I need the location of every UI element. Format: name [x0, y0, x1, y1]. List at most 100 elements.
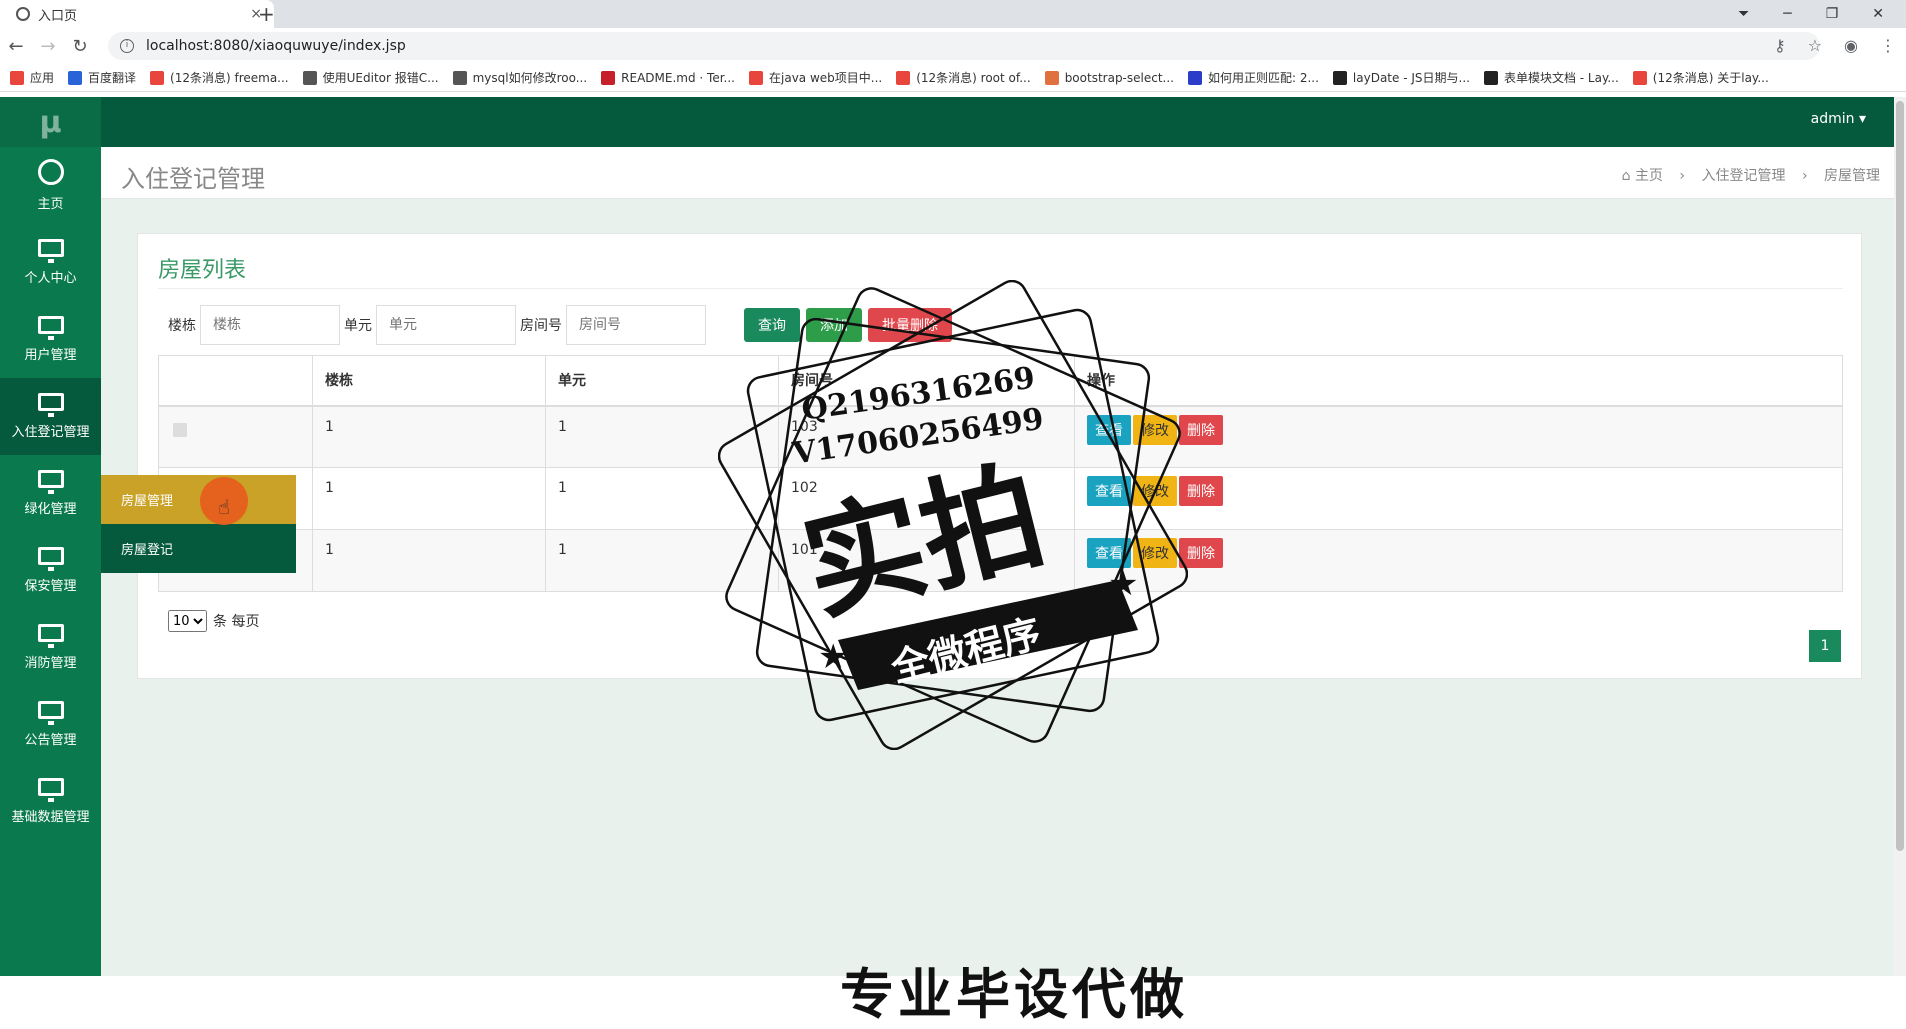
key-icon[interactable]: ⚷ — [1774, 36, 1786, 55]
sidebar-item-6[interactable]: 消防管理 — [0, 609, 101, 686]
cell-building: 1 — [312, 405, 546, 468]
sidebar-item-label: 个人中心 — [24, 271, 77, 286]
account-icon[interactable]: ◉ — [1844, 36, 1858, 55]
delete-button[interactable]: 删除 — [1179, 414, 1223, 445]
submenu-item-house-registration[interactable]: 房屋登记 — [101, 524, 296, 573]
bookmark-favicon-icon — [1187, 70, 1202, 85]
house-list-card: 房屋列表 楼栋 单元 房间号 查询 添加 批量删除 楼栋 单元 — [137, 233, 1862, 679]
profile-dropdown-icon[interactable]: ⏷ — [1738, 6, 1749, 22]
monitor-icon — [37, 624, 64, 648]
bookmark-favicon-icon — [150, 70, 165, 85]
breadcrumb-level2: 房屋管理 — [1824, 168, 1880, 184]
sidebar-item-label: 主页 — [37, 197, 64, 212]
add-button[interactable]: 添加 — [806, 308, 862, 342]
bookmark-item[interactable]: 表单模块文档 - Lay... — [1483, 69, 1619, 86]
address-bar-actions: ⚷ ☆ ◉ ⋮ — [1774, 36, 1896, 55]
building-input[interactable] — [200, 305, 340, 345]
sidebar-item-5[interactable]: 保安管理 — [0, 532, 101, 609]
bookmark-item[interactable]: bootstrap-select... — [1044, 70, 1174, 85]
bookmark-item[interactable]: mysql如何修改roo... — [452, 69, 587, 86]
bookmark-favicon-icon — [1332, 70, 1347, 85]
app-root: μ admin ▾ 主页 个人中心 用户管理 入住登记管理 绿化管理 保安管理 消防管理 公告… — [0, 97, 1906, 976]
bookmark-label: 表单模块文档 - Lay... — [1503, 71, 1619, 85]
minimize-button[interactable]: ─ — [1783, 6, 1791, 22]
view-button[interactable]: 查看 — [1087, 414, 1131, 445]
sidebar-item-7[interactable]: 公告管理 — [0, 686, 101, 763]
bookmark-favicon-icon — [749, 70, 763, 85]
view-button[interactable]: 查看 — [1087, 476, 1131, 506]
page-scrollbar[interactable] — [1894, 97, 1906, 976]
brand-logo[interactable]: μ — [0, 97, 101, 147]
bookmark-item[interactable]: README.md · Ter... — [601, 70, 735, 85]
delete-button[interactable]: 删除 — [1179, 476, 1223, 506]
row-actions: 查看 修改 删除 — [1087, 476, 1842, 506]
sidebar-item-4[interactable]: 绿化管理 — [0, 455, 101, 532]
restore-button[interactable]: ❐ — [1826, 6, 1839, 22]
bookmark-item[interactable]: 如何用正则匹配: 2... — [1187, 69, 1319, 86]
info-icon[interactable]: i — [120, 39, 134, 53]
tab-title: 入口页 — [38, 8, 78, 24]
page-size-control: 10 条 每页 — [168, 610, 259, 632]
breadcrumb-home[interactable]: 主页 — [1635, 168, 1663, 184]
view-button[interactable]: 查看 — [1087, 538, 1131, 568]
bookmark-item[interactable]: (12条消息) 关于lay... — [1632, 69, 1769, 86]
bookmark-item[interactable]: 百度翻译 — [68, 69, 136, 86]
room-input[interactable] — [566, 305, 706, 345]
table-row: 1 1 103 查看 修改 删除 — [158, 405, 1843, 468]
browser-tab[interactable]: 入口页 × — [0, 0, 274, 28]
cell-building: 1 — [312, 529, 546, 592]
edit-button[interactable]: 修改 — [1133, 476, 1177, 506]
new-tab-button[interactable]: + — [258, 2, 275, 26]
batch-delete-button[interactable]: 批量删除 — [868, 308, 952, 342]
pagination-page-1[interactable]: 1 — [1809, 630, 1841, 662]
submenu-item-house-management[interactable]: 房屋管理 — [101, 475, 296, 524]
query-button[interactable]: 查询 — [744, 308, 800, 342]
breadcrumb-separator: › — [1679, 168, 1686, 184]
bookmark-label: 百度翻译 — [88, 71, 137, 85]
back-icon[interactable]: ← — [0, 36, 32, 57]
reload-icon[interactable]: ↻ — [64, 36, 96, 57]
breadcrumb-level1[interactable]: 入住登记管理 — [1701, 168, 1785, 184]
row-checkbox[interactable] — [173, 422, 187, 437]
user-menu[interactable]: admin ▾ — [1811, 111, 1866, 127]
sidebar-item-3[interactable]: 入住登记管理 — [0, 378, 101, 455]
column-header-unit: 单元 — [545, 355, 779, 407]
sidebar-item-8[interactable]: 基础数据管理 — [0, 763, 101, 840]
edit-button[interactable]: 修改 — [1133, 538, 1177, 568]
hand-cursor-icon: ☝ — [218, 495, 231, 519]
forward-icon[interactable]: → — [32, 36, 64, 57]
unit-input[interactable] — [376, 305, 516, 345]
select-all-header[interactable] — [158, 355, 313, 407]
sidebar-item-2[interactable]: 用户管理 — [0, 301, 101, 378]
sidebar-item-0[interactable]: 主页 — [0, 147, 101, 224]
address-bar-row: ← → ↻ i localhost:8080/xiaoquwuye/index.… — [0, 28, 1906, 64]
bookmark-item[interactable]: layDate - JS日期与... — [1332, 69, 1470, 86]
close-window-button[interactable]: ✕ — [1872, 6, 1884, 22]
cell-room: 103 — [778, 405, 1075, 468]
star-icon[interactable]: ☆ — [1808, 36, 1822, 55]
scrollbar-thumb[interactable] — [1896, 101, 1904, 851]
page-size-select[interactable]: 10 — [168, 610, 207, 632]
sidebar-item-1[interactable]: 个人中心 — [0, 224, 101, 301]
delete-button[interactable]: 删除 — [1179, 538, 1223, 568]
bookmark-label: (12条消息) 关于lay... — [1652, 71, 1769, 85]
house-table: 楼栋 单元 房间号 操作 1 1 103 查看 修改 删除 1 1 102 查看 修改 删除 1 1 101… — [158, 355, 1843, 592]
sidebar-item-label: 用户管理 — [24, 348, 77, 363]
url-field[interactable]: i localhost:8080/xiaoquwuye/index.jsp — [108, 32, 1820, 60]
bookmark-apps[interactable]: 应用 — [10, 69, 54, 86]
watermark-bottom-text: 专业毕设代做 — [840, 963, 1188, 1026]
bookmarks-bar: 应用 百度翻译 (12条消息) freema... 使用UEditor 报错C... m… — [0, 64, 1906, 92]
bookmark-item[interactable]: (12条消息) freema... — [150, 69, 289, 86]
bookmark-favicon-icon — [896, 70, 911, 85]
bookmark-item[interactable]: 在java web项目中... — [749, 69, 882, 86]
breadcrumb: ⌂ 主页 › 入住登记管理 › 房屋管理 — [1622, 165, 1880, 185]
monitor-icon — [37, 239, 64, 263]
table-row: 1 1 101 查看 修改 删除 — [158, 529, 1843, 592]
menu-icon[interactable]: ⋮ — [1880, 36, 1896, 55]
sidebar-item-label: 公告管理 — [24, 733, 77, 748]
monitor-icon — [37, 778, 64, 802]
bookmark-item[interactable]: (12条消息) root of... — [896, 69, 1031, 86]
bookmark-item[interactable]: 使用UEditor 报错C... — [302, 69, 439, 86]
search-form: 楼栋 单元 房间号 查询 添加 批量删除 — [168, 305, 958, 345]
edit-button[interactable]: 修改 — [1133, 414, 1177, 445]
